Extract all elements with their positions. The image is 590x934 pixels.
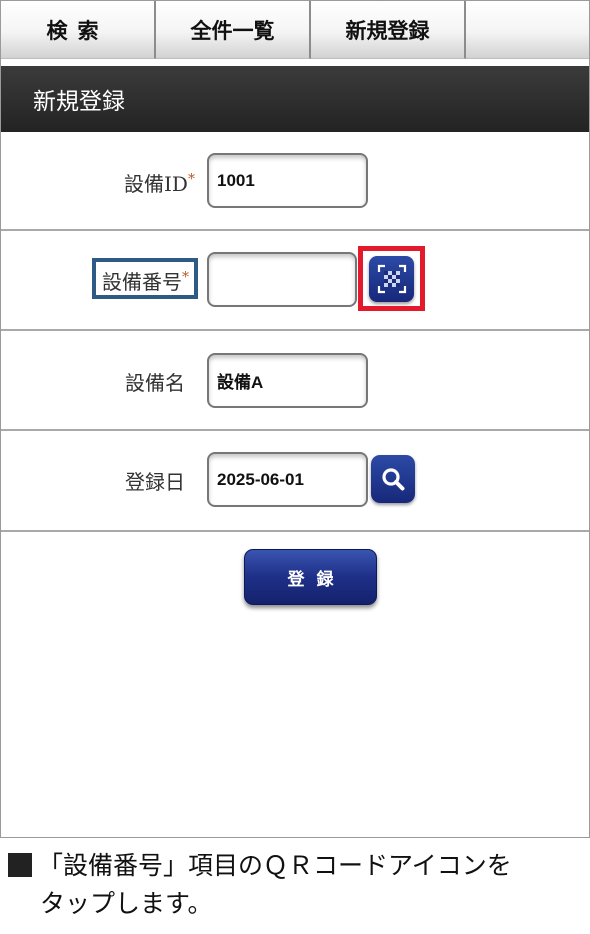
required-mark: * <box>187 171 195 188</box>
registration-date-label: 登録日 <box>125 470 185 494</box>
tab-list-all[interactable]: 全件一覧 <box>156 1 311 59</box>
caption-line-1: 「設備番号」項目のＱＲコードアイコンを <box>38 851 512 880</box>
equipment-id-label-text: 設備ID <box>124 172 188 196</box>
equipment-id-field[interactable] <box>207 153 368 208</box>
app-screen: 検索 全件一覧 新規登録 新規登録 設備ID* 設備番号* 設備名 登録日 <box>0 0 590 838</box>
tab-new-registration[interactable]: 新規登録 <box>311 1 466 59</box>
label-highlight-box <box>92 258 198 299</box>
equipment-id-label: 設備ID* <box>124 168 195 197</box>
registration-date-field[interactable] <box>207 452 368 507</box>
magnifier-icon <box>382 468 405 491</box>
bullet-square <box>8 853 32 877</box>
page-title: 新規登録 <box>1 66 589 132</box>
tab-empty <box>466 1 589 59</box>
icon-highlight-box <box>358 246 425 311</box>
equipment-name-field[interactable] <box>207 353 368 408</box>
date-search-button[interactable] <box>371 455 415 503</box>
tab-search[interactable]: 検索 <box>1 1 156 59</box>
equipment-name-label: 設備名 <box>125 371 185 395</box>
caption-line-2: タップします。 <box>40 889 213 918</box>
instruction-caption: 「設備番号」項目のＱＲコードアイコンを タップします。 <box>8 847 588 923</box>
equipment-number-field[interactable] <box>207 252 357 307</box>
tab-bar: 検索 全件一覧 新規登録 <box>1 1 589 61</box>
register-button[interactable]: 登録 <box>244 549 377 605</box>
